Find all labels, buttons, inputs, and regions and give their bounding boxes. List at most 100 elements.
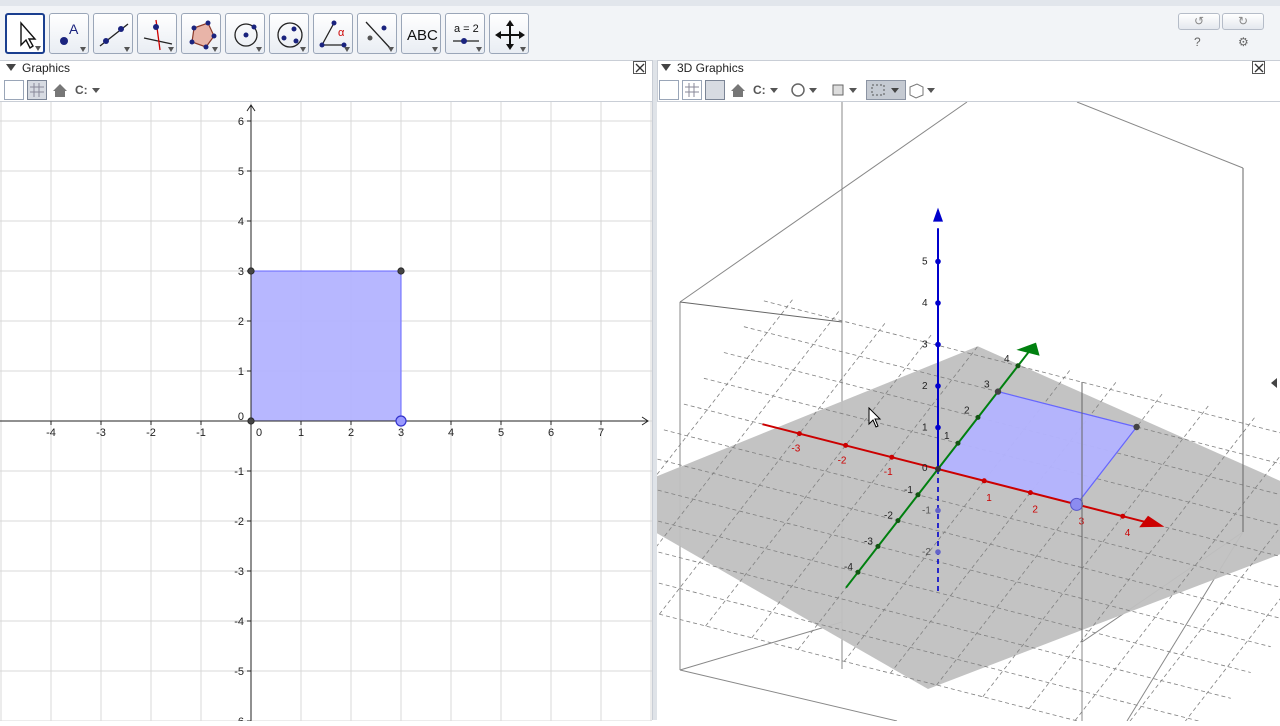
tool-menu-arrow-icon — [476, 47, 482, 52]
angle-tool-button[interactable]: α — [313, 13, 353, 54]
help-button[interactable]: ? — [1194, 35, 1201, 49]
y-tick-label: 5 — [238, 166, 244, 178]
slider-tool-label: a = 2 — [454, 23, 479, 35]
reflect-tool-button[interactable] — [357, 13, 397, 54]
polygon-vertex-point[interactable] — [247, 267, 255, 275]
axes-toggle-icon[interactable] — [659, 80, 679, 100]
x-tick-label: 5 — [498, 427, 504, 439]
graphics-canvas-2d[interactable]: -4 -3 -2 -1 0 1 2 3 4 5 6 7 6 5 4 3 2 1 0 -1 -2 -3 -4 -5 -6 — [0, 70, 652, 726]
polygon-vertex-point[interactable] — [397, 267, 405, 275]
move-graphics-view-tool-button[interactable] — [489, 13, 529, 54]
tool-menu-arrow-icon — [388, 47, 394, 52]
graphics-view-2d[interactable]: -4 -3 -2 -1 0 1 2 3 4 5 6 7 6 5 4 3 2 1 0 -1 -2 -3 -4 -5 -6 — [0, 70, 652, 726]
point-tool-button[interactable]: A — [49, 13, 89, 54]
x-tick — [1027, 490, 1033, 496]
home-icon[interactable] — [52, 80, 68, 100]
clipping-box-icon[interactable] — [866, 80, 906, 100]
graphics3d-panel-title: 3D Graphics — [677, 61, 744, 75]
y-tick-label: 4 — [1004, 354, 1010, 365]
close-icon — [635, 63, 645, 73]
clipping-box-edge — [679, 101, 968, 303]
y-tick — [975, 414, 981, 420]
x-tick-label: 0 — [256, 427, 262, 439]
y-tick-label: -5 — [234, 666, 244, 678]
z-tick — [935, 549, 941, 555]
polygon-vertex-point[interactable] — [395, 415, 407, 427]
projection-icon[interactable] — [907, 80, 941, 100]
gear-icon[interactable]: ⚙ — [1238, 35, 1249, 49]
move-tool-button[interactable] — [5, 13, 45, 54]
origin-point[interactable] — [935, 466, 941, 472]
clipping-box-edge — [679, 301, 843, 323]
y-tick-label: 6 — [238, 116, 244, 128]
x-tick-label: 2 — [1032, 505, 1038, 516]
close-graphics-panel-button[interactable] — [633, 61, 646, 74]
y-tick-label: 3 — [238, 266, 244, 278]
ellipse-tool-button[interactable] — [269, 13, 309, 54]
slider-tool-button[interactable]: a = 2 — [445, 13, 485, 54]
grid-toggle-icon[interactable] — [682, 80, 702, 100]
polygon-vertex-point[interactable] — [1070, 497, 1084, 511]
y-tick — [915, 492, 921, 498]
perpendicular-line-tool-button[interactable] — [137, 13, 177, 54]
svg-text:C:: C: — [75, 83, 88, 97]
rotate-view-icon[interactable] — [789, 80, 823, 100]
z-tick — [935, 341, 941, 348]
x-tick — [796, 431, 802, 437]
graphics-canvas-3d[interactable]: -3-2-11234-4-3-2-1123454321-1-20 — [543, 101, 1280, 726]
x-tick-label: 3 — [398, 427, 404, 439]
polygon-fill[interactable] — [250, 270, 402, 422]
x-tick-label: 7 — [598, 427, 604, 439]
point-capture-icon[interactable]: C: — [74, 80, 104, 100]
undo-button[interactable]: ↺ — [1178, 13, 1220, 30]
y-tick-label: -1 — [234, 466, 244, 478]
line-tool-button[interactable] — [93, 13, 133, 54]
redo-button[interactable]: ↻ — [1222, 13, 1264, 30]
graphics-view-3d[interactable]: -3 -2 -1 1 2 3 4 -4 -3 -2 -1 1 2 3 4 5 4 3 2 1 -1 -2 0 — [543, 101, 1280, 726]
x-tick-label: 2 — [348, 427, 354, 439]
circle-tool-button[interactable] — [225, 13, 265, 54]
y-tick-label: -4 — [844, 562, 853, 573]
polygon-vertex-point[interactable] — [247, 417, 255, 425]
tool-menu-arrow-icon — [168, 47, 174, 52]
view-direction-icon[interactable] — [829, 80, 863, 100]
home-icon[interactable] — [730, 80, 746, 100]
polygon-vertex-point[interactable] — [1133, 423, 1140, 431]
y-tick-label: 1 — [238, 366, 244, 378]
tool-menu-arrow-icon — [35, 46, 41, 51]
collapse-triangle-icon[interactable] — [6, 64, 16, 71]
x-tick — [843, 442, 849, 448]
angle-tool-label: α — [338, 27, 345, 39]
sidebar-collapse-arrow-icon[interactable] — [1271, 378, 1277, 388]
tool-menu-arrow-icon — [124, 47, 130, 52]
polygon-tool-button[interactable] — [181, 13, 221, 54]
redo-icon: ↻ — [1237, 14, 1249, 28]
point-capture-icon[interactable]: C: — [752, 80, 782, 100]
plane-toggle-icon[interactable] — [705, 80, 725, 100]
y-tick-label: -3 — [864, 536, 873, 547]
y-tick — [1015, 363, 1021, 369]
z-tick — [935, 258, 941, 265]
x-tick-label: -4 — [46, 427, 56, 439]
tool-menu-arrow-icon — [344, 47, 350, 52]
graphics-panel-header[interactable]: Graphics — [6, 60, 70, 77]
cursor-arrow-icon — [20, 21, 37, 50]
axes-toggle-icon[interactable] — [4, 80, 24, 100]
z-tick-label: 1 — [922, 423, 928, 434]
z-tick — [935, 424, 941, 431]
z-tick — [935, 507, 941, 514]
tool-menu-arrow-icon — [212, 47, 218, 52]
collapse-triangle-icon[interactable] — [661, 64, 671, 71]
x-tick-label: -3 — [96, 427, 106, 439]
z-tick-label: -1 — [922, 506, 931, 517]
x-tick-label: -3 — [791, 444, 800, 455]
close-graphics3d-panel-button[interactable] — [1252, 61, 1265, 74]
x-tick-label: 1 — [298, 427, 304, 439]
grid-toggle-icon[interactable] — [27, 80, 47, 100]
text-tool-button[interactable]: ABC — [401, 13, 441, 54]
x-tick — [981, 478, 987, 484]
graphics3d-panel-header[interactable]: 3D Graphics — [661, 60, 744, 77]
polygon-vertex-point[interactable] — [994, 388, 1002, 395]
text-tool-label: ABC — [407, 27, 438, 44]
y-tick — [875, 543, 881, 549]
